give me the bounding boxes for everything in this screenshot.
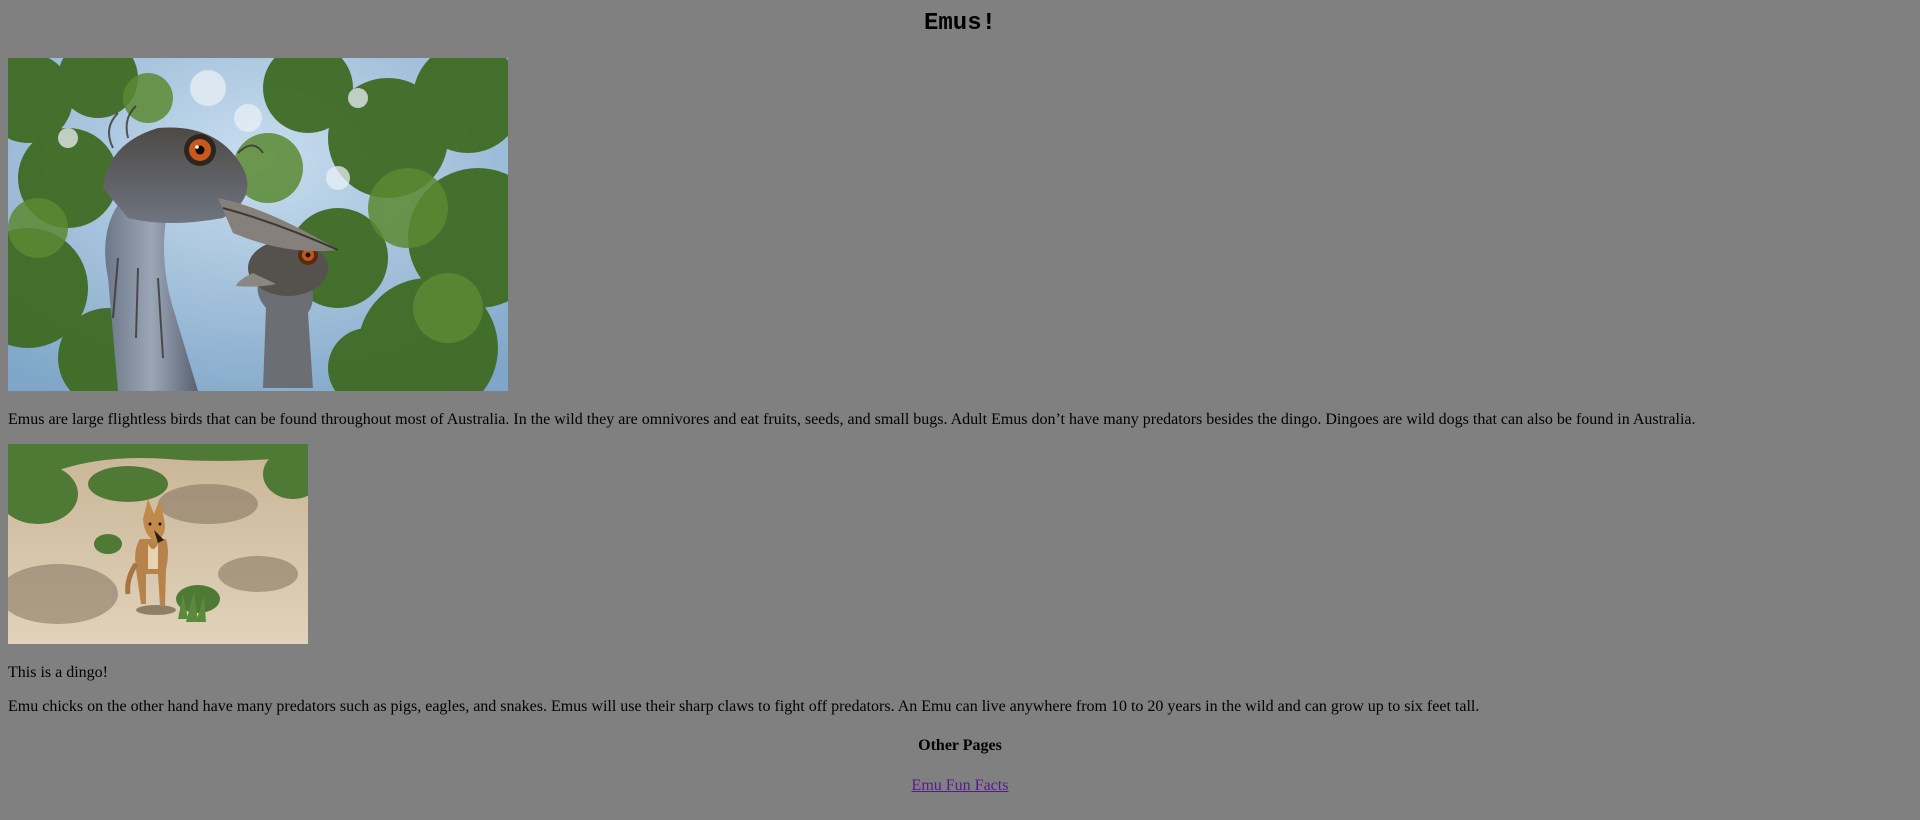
other-pages-heading: Other Pages [918, 737, 1002, 754]
dingo-photo-graphic [8, 444, 308, 644]
emu-chicks-paragraph: Emu chicks on the other hand have many p… [8, 698, 1480, 715]
emu-photo-graphic [8, 58, 508, 391]
emu-fun-facts-link[interactable]: Emu Fun Facts [912, 777, 1009, 794]
other-pages-links: Emu Fun Facts [0, 776, 1920, 796]
emus-paragraph: Emus are large flightless birds that can… [8, 411, 1696, 428]
dingo-photo [8, 444, 308, 644]
page-title: Emus! [923, 10, 996, 37]
emu-photo [8, 58, 508, 391]
dingo-caption: This is a dingo! [8, 664, 108, 681]
